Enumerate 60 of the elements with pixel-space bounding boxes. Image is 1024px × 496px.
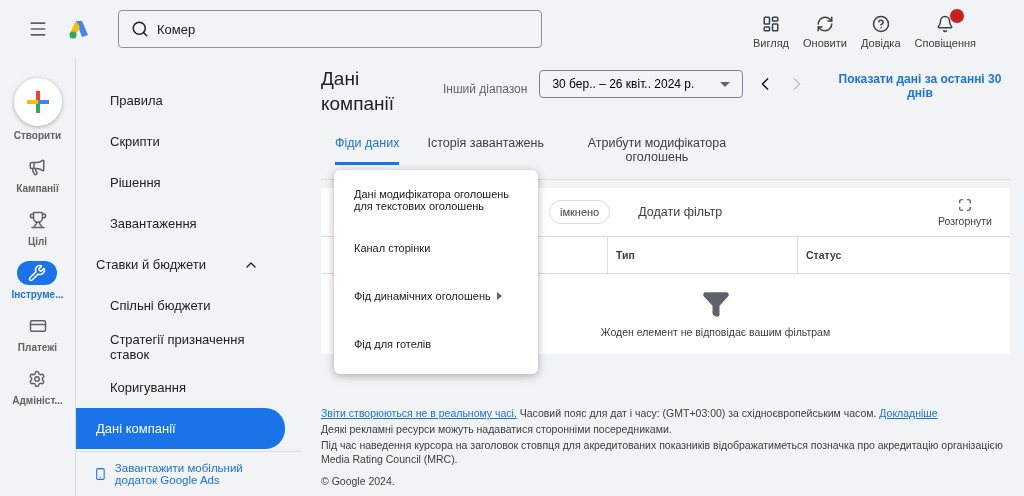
toolbar-button[interactable]: Оновити [803,9,847,49]
logo-icon [68,19,90,39]
toolbar-button[interactable]: Сповіщення [914,9,976,49]
rail-item[interactable]: Цілі [17,208,58,247]
nav-item[interactable]: Спільні бюджети [76,285,285,326]
refresh-icon [816,15,834,33]
filter-icon [701,290,730,318]
trophy-icon [28,211,47,229]
last-30-days-link[interactable]: Показати дані за останні 30 днів [830,72,1010,100]
nav-item[interactable]: Стратегії призначення ставок [76,326,285,367]
footer-note: Під час наведення курсора на заголовок стовпця для акредитованих показників відображатиметься позначка про акредитацію організацією Media Rating Council (MRC). [321,438,1004,466]
menu-item[interactable]: Дані модифікатора оголошень для текстових оголошень [334,176,538,224]
phone-icon [94,465,107,483]
footer-note: Деякі рекламні ресурси можуть надаватися сторонніми посередниками. [321,422,673,436]
copyright: © Google 2024. [321,474,396,488]
search-icon [131,20,149,38]
toolbar-button[interactable]: Вигляд [753,9,790,49]
date-range-dropdown[interactable]: 30 бер.. – 26 квіт.. 2024 р. [539,70,744,98]
menu-item[interactable]: Фід для готелів [334,320,538,368]
nav-item[interactable]: Завантаження [76,203,285,244]
tab[interactable]: Історія завантажень [427,130,544,165]
expand-icon [957,197,972,212]
view-icon [762,15,780,33]
column-header[interactable]: Тип [607,237,797,273]
wrench-icon [28,264,47,282]
menu-icon[interactable] [28,19,48,39]
column-header[interactable]: Статус [797,237,1010,273]
rail-item[interactable]: Платежі [17,314,58,353]
empty-message: Жоден елемент не відповідає вашим фільтрам [600,326,831,338]
expand-button[interactable]: Розгорнути [931,196,998,228]
card-icon [28,317,47,335]
nav-item[interactable]: Коригування [76,367,285,408]
page-title: Дані компанії [321,67,395,116]
help-icon [871,15,890,33]
nav-item[interactable]: Рішення [76,162,285,203]
megaphone-icon [28,158,47,176]
nav-item[interactable]: Скрипти [76,121,285,162]
realtime-link[interactable]: Звіти створюються не в реальному часі. [321,407,517,419]
app-link[interactable]: Завантажити мобільний додаток Google Ads [76,451,301,496]
add-filter-button[interactable]: Додати фільтр [632,204,729,220]
tab[interactable]: Фіди даних [335,130,400,165]
range-label: Інший діапазон [443,82,528,96]
nav-item[interactable]: Дані компанії [76,408,285,449]
bell-icon [936,15,955,33]
plus-icon [26,91,49,113]
menu-item[interactable]: Фід динамічних оголошень [334,272,538,320]
footer-note: Звіти створюються не в реальному часі. Часовий пояс для дат і часу: (GMT+03:00) за східноєвропейським часом. Докладніше [321,406,939,420]
settings-icon [28,370,47,388]
tab[interactable]: Атрибути модифікатора оголошень [571,130,742,179]
nav-section[interactable]: Ставки й бюджети [76,244,285,285]
search-field[interactable]: Комер [118,10,542,48]
caret-icon [720,81,731,87]
rail-item[interactable]: Кампанії [16,155,59,194]
menu-item[interactable]: Канал сторінки [334,224,538,272]
toolbar-button[interactable]: Довідка [860,9,901,49]
nav-item[interactable]: Правила [76,80,285,121]
submenu-arrow-icon [496,292,502,300]
learn-more-link[interactable]: Докладніше [879,407,938,419]
rail-item[interactable]: Адмініст... [12,367,63,406]
rail-item[interactable]: Інструме... [11,261,64,300]
